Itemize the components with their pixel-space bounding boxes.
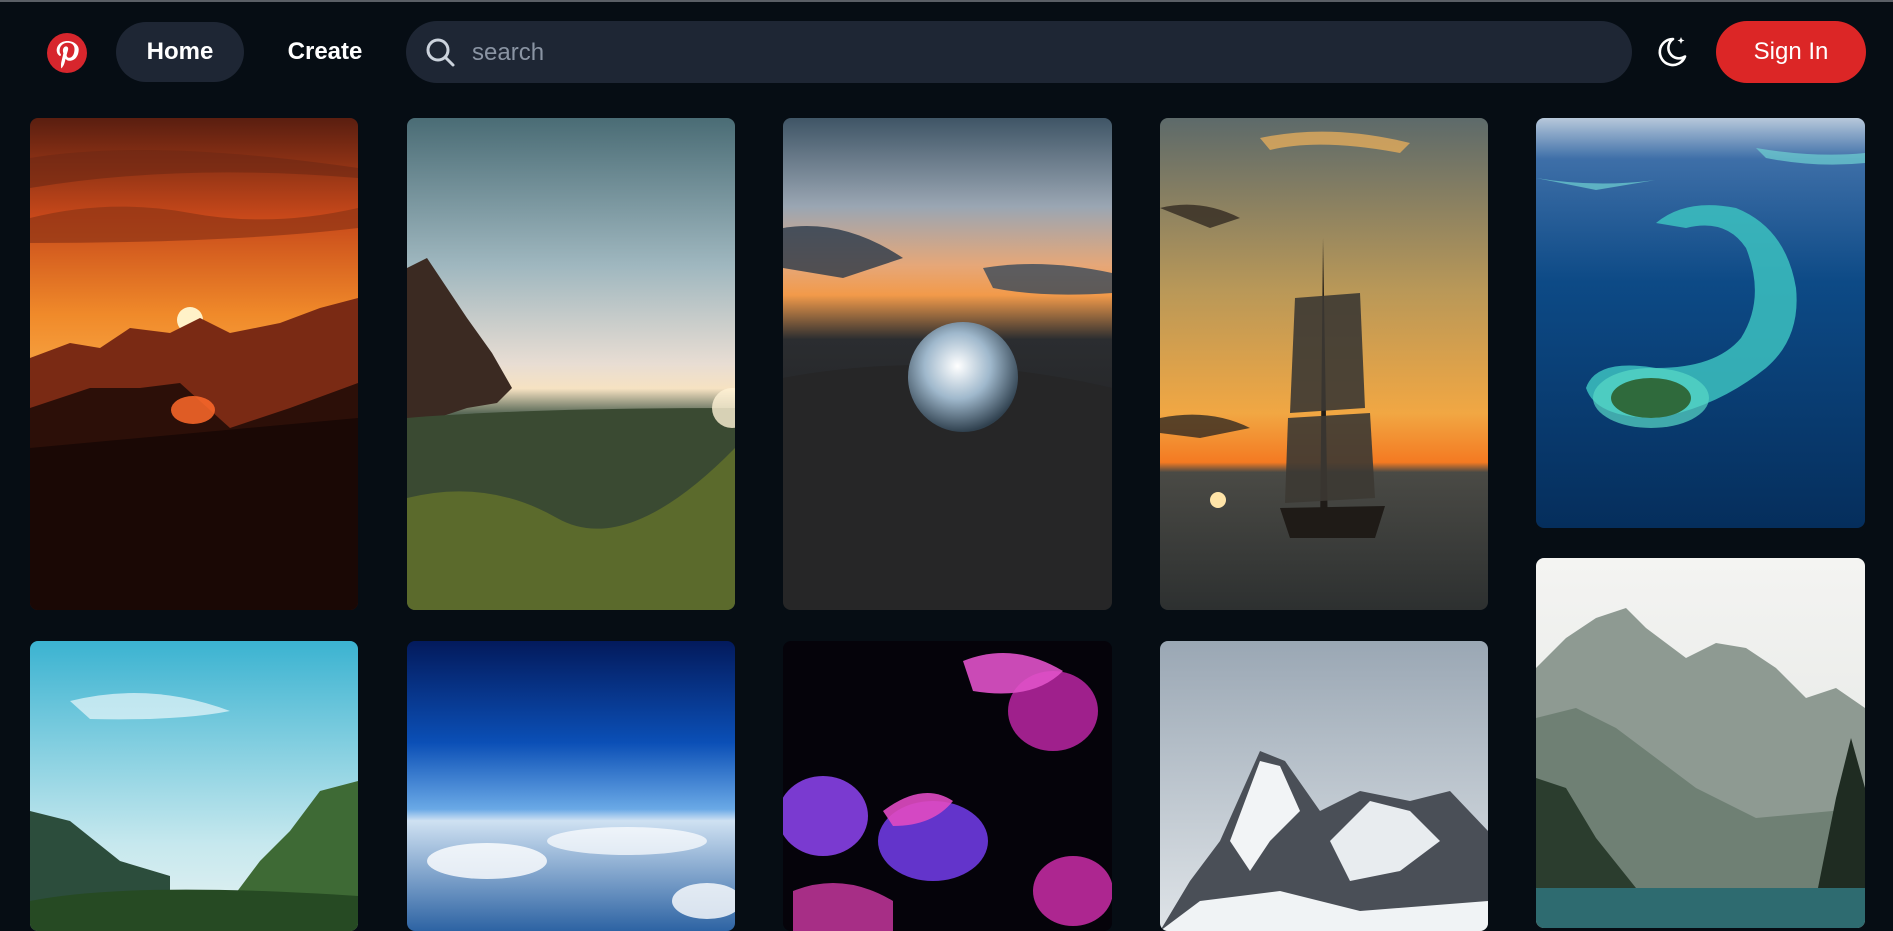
top-navbar: Home Create Sign In [0, 2, 1893, 100]
pin-sky-forest[interactable] [30, 641, 358, 931]
misty-mountain-lake-image [1536, 558, 1865, 928]
pinterest-logo-icon[interactable] [47, 33, 87, 73]
sign-in-button[interactable]: Sign In [1716, 21, 1866, 83]
pin-misty-mountain-lake[interactable] [1536, 558, 1865, 928]
search-input[interactable] [470, 21, 1614, 85]
sky-forest-image [30, 641, 358, 931]
pin-cliff-valley[interactable] [407, 118, 735, 610]
pin-earth-clouds[interactable] [407, 641, 735, 931]
island-aerial-image [1536, 118, 1865, 528]
pin-jellyfish[interactable] [783, 641, 1112, 931]
nav-create-link[interactable]: Create [266, 22, 384, 82]
pin-snowy-peaks[interactable] [1160, 641, 1488, 931]
pin-sunset-mountains[interactable] [30, 118, 358, 610]
pin-sailing-ship[interactable] [1160, 118, 1488, 610]
snowy-peaks-image [1160, 641, 1488, 931]
moon-star-icon[interactable] [1652, 32, 1692, 72]
earth-clouds-image [407, 641, 735, 931]
search-icon [426, 38, 455, 67]
nav-home-button[interactable]: Home [116, 22, 244, 82]
crystal-ball-sunset-image [783, 118, 1112, 610]
jellyfish-image [783, 641, 1112, 931]
pin-crystal-ball[interactable] [783, 118, 1112, 610]
search-bar[interactable] [406, 21, 1632, 85]
sailing-ship-sunset-image [1160, 118, 1488, 610]
cliff-valley-image [407, 118, 735, 610]
sunset-mountains-image [30, 118, 358, 610]
pin-island-aerial[interactable] [1536, 118, 1865, 528]
